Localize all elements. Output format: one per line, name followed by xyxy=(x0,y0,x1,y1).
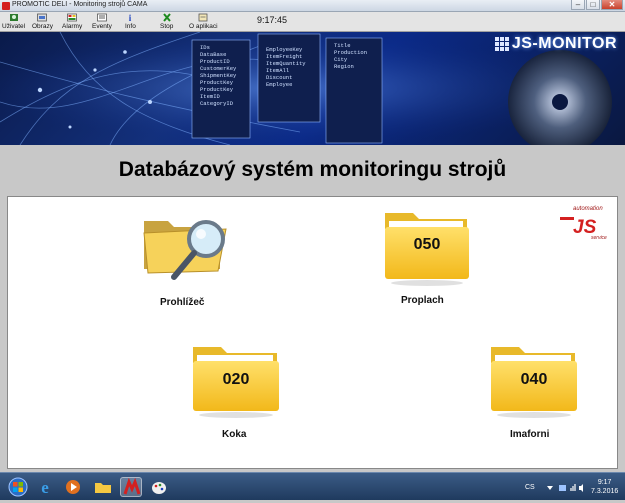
db-field-list-right: Title Production City Region xyxy=(334,42,380,70)
toolbar-button-alarms[interactable]: Alarmy xyxy=(62,13,82,30)
toolbar-label: Info xyxy=(125,23,136,30)
search-folder-icon xyxy=(143,220,227,280)
folder-label: Koka xyxy=(222,429,247,440)
viewer-button[interactable] xyxy=(138,207,238,289)
tray-network-icon[interactable] xyxy=(570,484,576,491)
db-field: ItemAll xyxy=(266,67,290,74)
promotic-icon xyxy=(123,477,141,495)
db-field: EmployeeKey xyxy=(266,46,303,53)
taskbar: e CS 9:17 7.3.2016 xyxy=(0,472,625,500)
toolbar-button-stop[interactable]: Stop xyxy=(160,13,173,30)
db-field: ProductKey xyxy=(200,86,234,93)
toolbar-label: Uživatel xyxy=(2,23,26,30)
tray-volume-icon[interactable] xyxy=(579,484,583,492)
taskbar-internet-explorer[interactable]: e xyxy=(34,477,56,497)
db-field: CategoryID xyxy=(200,100,234,107)
taskbar-media-player[interactable] xyxy=(62,477,84,497)
taskbar-file-explorer[interactable] xyxy=(92,477,114,497)
db-field: ShipmentKey xyxy=(200,72,237,79)
toolbar-label: Eventy xyxy=(92,23,112,30)
db-field: CustomerKey xyxy=(200,65,237,72)
tray-icons xyxy=(547,484,583,492)
logo-bottom-text: service xyxy=(591,235,607,241)
tray-date: 7.3.2016 xyxy=(591,488,619,495)
minimize-button[interactable]: – xyxy=(571,0,585,10)
file-explorer-icon xyxy=(95,483,111,493)
db-field: Discount xyxy=(266,74,293,81)
toolbar-button-user[interactable]: Uživatel xyxy=(2,13,25,30)
about-icon xyxy=(198,13,208,22)
svg-text:i: i xyxy=(129,13,132,22)
db-field: ItemQuantity xyxy=(266,60,306,67)
toolbar: Uživatel Obrazy Alarmy Eventy i Info Sto… xyxy=(0,12,625,32)
heading-area: Databázový systém monitoringu strojů xyxy=(0,145,625,195)
company-logo: automation JS service xyxy=(557,203,611,241)
js-service-logo-icon: automation JS service xyxy=(560,206,607,241)
maximize-button[interactable]: □ xyxy=(586,0,600,10)
user-icon xyxy=(9,14,18,21)
db-field: ItemID xyxy=(200,93,220,100)
toolbar-label: Alarmy xyxy=(62,23,83,30)
window-title: PROMOTIC DELI - Monitoring strojů CAMA xyxy=(12,1,148,8)
page-title: Databázový systém monitoringu strojů xyxy=(118,158,507,181)
toolbar-label: O aplikaci xyxy=(189,23,218,30)
js-monitor-logo: JS-MONITOR xyxy=(494,35,617,53)
taskbar-promotic[interactable] xyxy=(120,477,142,497)
db-field: DataBase xyxy=(200,51,227,58)
close-button[interactable]: ✕ xyxy=(601,0,623,10)
main-panel: Prohlížeč 050 Proplach 020 Koka 040 Imaf… xyxy=(7,196,618,469)
folder-number: 040 xyxy=(520,371,548,388)
toolbar-button-info[interactable]: i Info xyxy=(125,13,136,30)
toolbar-button-images[interactable]: Obrazy xyxy=(32,13,53,30)
taskbar-paint[interactable] xyxy=(148,477,170,497)
info-icon: i xyxy=(129,13,132,22)
folder-label: Proplach xyxy=(401,295,444,306)
db-field: City xyxy=(334,56,348,63)
logo-top-text: automation xyxy=(573,206,603,212)
toolbar-button-events[interactable]: Eventy xyxy=(92,13,112,30)
app-icon xyxy=(2,2,10,10)
window-controls: – □ ✕ xyxy=(571,0,623,11)
db-field-list-middle: EmployeeKey ItemFreight ItemQuantity Ite… xyxy=(266,46,318,88)
toolbar-label: Obrazy xyxy=(32,23,53,30)
folder-proplach[interactable]: 050 xyxy=(383,209,471,287)
db-field-list-left: IDs DataBase ProductID CustomerKey Shipm… xyxy=(200,44,248,107)
db-field: Region xyxy=(334,63,354,70)
folder-imaforni[interactable]: 040 xyxy=(489,343,579,419)
db-field: Production xyxy=(334,49,368,56)
svg-text:e: e xyxy=(41,478,49,497)
internet-explorer-icon: e xyxy=(41,478,49,497)
window-titlebar: PROMOTIC DELI - Monitoring strojů CAMA –… xyxy=(0,0,625,12)
folder-koka[interactable]: 020 xyxy=(191,343,281,419)
events-icon xyxy=(97,13,107,22)
db-field: ProductKey xyxy=(200,79,234,86)
toolbar-button-about[interactable]: O aplikaci xyxy=(189,13,218,30)
toolbar-label: Stop xyxy=(160,23,174,30)
toolbar-clock: 9:17:45 xyxy=(257,15,288,25)
stop-icon xyxy=(162,13,171,22)
paint-icon xyxy=(152,482,166,494)
tray-arrow-icon[interactable] xyxy=(547,486,553,490)
images-icon xyxy=(37,13,48,22)
folder-label: Imaforni xyxy=(510,429,550,440)
tray-flag-icon[interactable] xyxy=(559,485,566,491)
folder-number: 020 xyxy=(222,371,250,388)
tray-clock[interactable]: 9:17 7.3.2016 xyxy=(591,478,618,496)
db-field: ItemFreight xyxy=(266,53,303,60)
alarm-icon xyxy=(67,13,78,22)
folder-number: 050 xyxy=(413,236,441,253)
media-player-icon xyxy=(66,480,80,494)
header-banner: IDs DataBase ProductID CustomerKey Shipm… xyxy=(0,32,625,145)
db-field: Title xyxy=(334,42,351,49)
tray-time: 9:17 xyxy=(597,479,612,486)
db-field: Employee xyxy=(266,81,293,88)
language-indicator[interactable]: CS xyxy=(525,484,535,491)
start-icon xyxy=(8,477,28,497)
start-button[interactable] xyxy=(6,477,30,497)
db-field: ProductID xyxy=(200,58,230,65)
logo-grid-icon xyxy=(494,37,509,51)
viewer-label: Prohlížeč xyxy=(160,297,205,308)
logo-text: JS-MONITOR xyxy=(511,35,617,52)
db-field: IDs xyxy=(200,44,210,51)
